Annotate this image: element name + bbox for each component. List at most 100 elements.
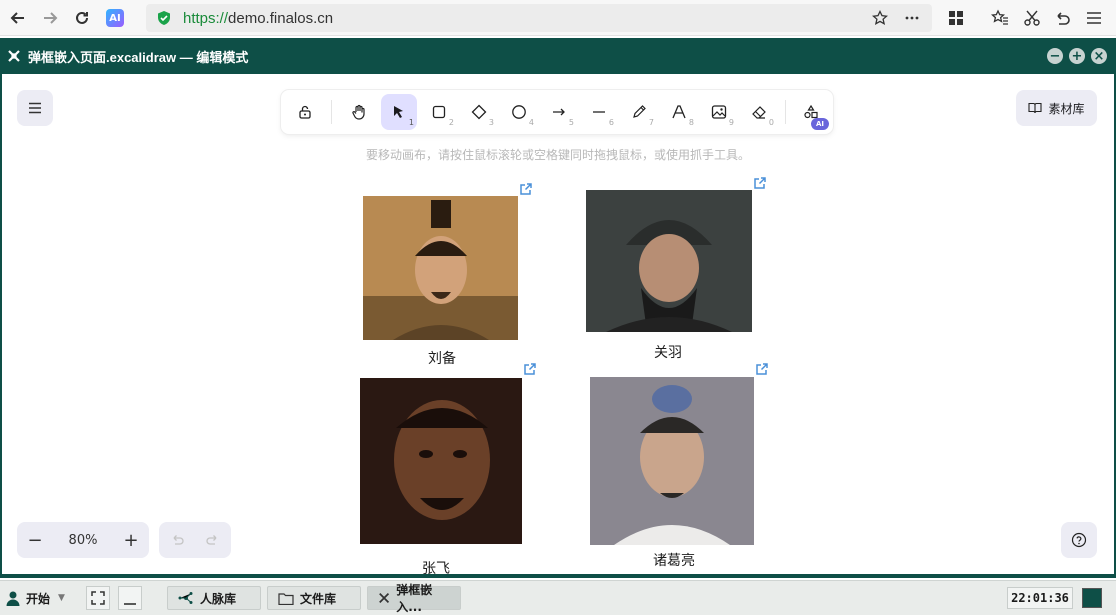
help-icon	[1071, 532, 1087, 548]
zoom-out-button[interactable]: −	[17, 522, 53, 558]
excalidraw-canvas[interactable]: 1 2 3 4 5 6 7 8 9 0 AI 素材库 要移动画布，请按住鼠标滚轮…	[2, 74, 1114, 574]
zoom-controls: − 80% +	[17, 522, 149, 558]
os-taskbar: 开始 ▼ 人脉库 文件库 弹框嵌入... 22:01:36	[0, 580, 1116, 615]
portrait-zhugeliang[interactable]	[590, 377, 754, 545]
tool-lock[interactable]	[287, 94, 323, 130]
shapes-toolbar: 1 2 3 4 5 6 7 8 9 0 AI	[281, 90, 833, 134]
external-link-icon[interactable]	[753, 176, 767, 190]
tool-image[interactable]: 9	[701, 94, 737, 130]
library-button[interactable]: 素材库	[1016, 90, 1097, 126]
back-icon[interactable]	[6, 6, 30, 30]
rectangle-icon	[432, 105, 446, 119]
zoom-in-button[interactable]: +	[113, 522, 149, 558]
scissors-icon[interactable]	[1023, 9, 1041, 27]
undo-close-tab-icon[interactable]	[1053, 9, 1071, 27]
folder-icon	[278, 592, 294, 605]
zoom-level[interactable]: 80%	[53, 533, 113, 548]
caption-guanyu: 关羽	[654, 345, 682, 361]
canvas-hint: 要移动画布，请按住鼠标滚轮或空格键同时拖拽鼠标，或使用抓手工具。	[365, 148, 750, 162]
lock-icon	[299, 105, 311, 119]
star-icon[interactable]	[872, 10, 888, 26]
arrow-icon	[553, 108, 565, 116]
excalidraw-logo-icon	[8, 50, 20, 62]
portrait-guanyu[interactable]	[586, 190, 752, 332]
ai-badge: AI	[811, 118, 829, 130]
tool-selection[interactable]: 1	[381, 94, 417, 130]
window-title: 弹框嵌入页面.excalidraw — 编辑模式	[28, 49, 249, 65]
secure-shield-icon	[158, 11, 170, 25]
minimize-icon[interactable]: −	[1047, 48, 1063, 64]
pencil-icon	[633, 105, 646, 118]
tool-eraser[interactable]: 0	[741, 94, 777, 130]
tool-rectangle[interactable]: 2	[421, 94, 457, 130]
task-label: 人脉库	[200, 591, 237, 606]
user-icon	[6, 591, 20, 606]
main-menu-button[interactable]	[17, 90, 53, 126]
task-contacts[interactable]: 人脉库	[167, 586, 261, 610]
external-link-icon[interactable]	[755, 362, 769, 376]
task-files[interactable]: 文件库	[267, 586, 361, 610]
pointer-icon	[394, 106, 403, 118]
tool-arrow[interactable]: 5	[541, 94, 577, 130]
reload-icon[interactable]	[70, 6, 94, 30]
url-text: https://demo.finalos.cn	[183, 9, 334, 27]
redo-icon[interactable]	[206, 534, 220, 546]
network-icon	[178, 592, 193, 604]
minimize-all-icon	[124, 603, 136, 605]
browser-toolbar: AI https://demo.finalos.cn	[0, 0, 1116, 36]
show-desktop-button[interactable]	[118, 586, 142, 610]
caption-zhangfei: 张飞	[422, 561, 450, 574]
portrait-image	[360, 378, 522, 544]
clock: 22:01:36	[1007, 587, 1073, 609]
excalidraw-logo-icon	[379, 593, 390, 603]
tray-indicator[interactable]	[1082, 588, 1102, 608]
text-icon	[672, 105, 686, 119]
ellipse-icon	[512, 105, 526, 119]
task-label: 弹框嵌入...	[396, 583, 433, 614]
tool-diamond[interactable]: 3	[461, 94, 497, 130]
more-icon[interactable]	[904, 10, 920, 26]
start-label: 开始	[26, 591, 51, 606]
image-icon	[711, 105, 727, 119]
caption-zhugeliang: 诸葛亮	[653, 553, 695, 569]
tool-hand[interactable]	[341, 94, 377, 130]
maximize-icon[interactable]: +	[1069, 48, 1085, 64]
undo-redo-controls	[159, 522, 231, 558]
line-icon	[593, 111, 605, 113]
forward-icon[interactable]	[38, 6, 62, 30]
hand-icon	[352, 104, 365, 120]
portrait-image	[586, 190, 752, 332]
window-title-bar[interactable]: 弹框嵌入页面.excalidraw — 编辑模式 − + ×	[0, 38, 1116, 74]
tool-ellipse[interactable]: 4	[501, 94, 537, 130]
address-bar[interactable]: https://demo.finalos.cn	[146, 4, 932, 32]
apps-grid-icon[interactable]	[948, 10, 964, 26]
diamond-icon	[471, 104, 487, 120]
portrait-zhangfei[interactable]	[360, 378, 522, 544]
start-button[interactable]: 开始 ▼	[6, 586, 65, 610]
app-window: 弹框嵌入页面.excalidraw — 编辑模式 − + × 1 2 3 4 5…	[0, 38, 1116, 578]
external-link-icon[interactable]	[519, 182, 533, 196]
fullscreen-icon	[91, 591, 105, 605]
help-button[interactable]	[1061, 522, 1097, 558]
book-icon	[1028, 102, 1043, 114]
favorites-icon[interactable]	[991, 9, 1009, 27]
undo-icon[interactable]	[170, 534, 184, 546]
library-label: 素材库	[1048, 101, 1085, 116]
eraser-icon	[752, 106, 766, 119]
portrait-liubei[interactable]	[363, 196, 518, 340]
caption-liubei: 刘备	[428, 351, 456, 367]
hamburger-icon	[29, 102, 41, 114]
ai-extension-icon[interactable]: AI	[106, 9, 124, 27]
task-excalidraw[interactable]: 弹框嵌入...	[367, 583, 461, 614]
portrait-image	[590, 377, 754, 545]
external-link-icon[interactable]	[523, 362, 537, 376]
close-icon[interactable]: ×	[1091, 48, 1107, 64]
chevron-down-icon: ▼	[58, 593, 65, 603]
tool-line[interactable]: 6	[581, 94, 617, 130]
tool-text[interactable]: 8	[661, 94, 697, 130]
tool-pencil[interactable]: 7	[621, 94, 657, 130]
portrait-image	[363, 196, 518, 340]
task-label: 文件库	[300, 591, 337, 606]
fullscreen-button[interactable]	[86, 586, 110, 610]
menu-icon[interactable]	[1085, 9, 1103, 27]
